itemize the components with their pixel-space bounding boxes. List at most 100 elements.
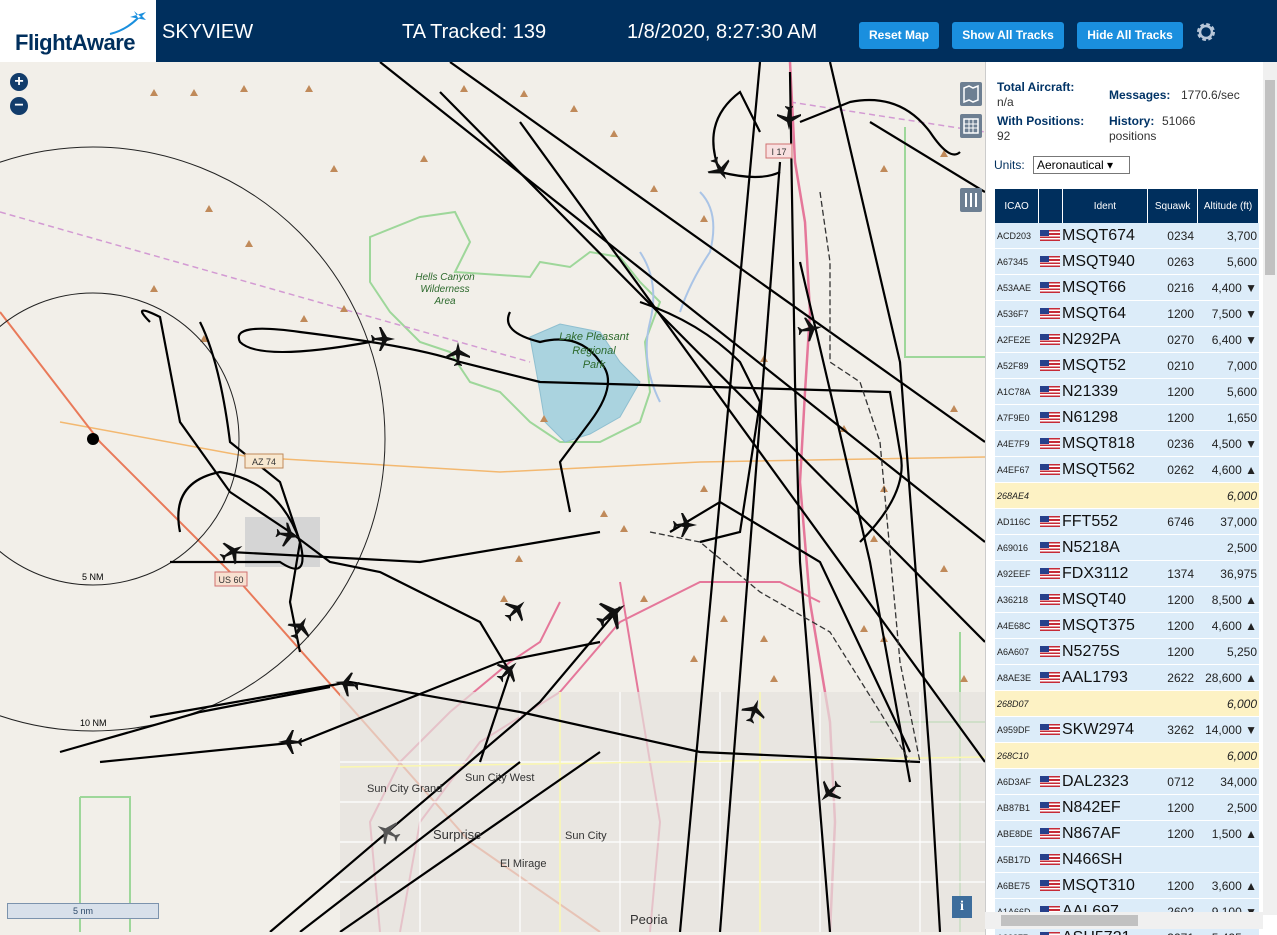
units-dropdown[interactable]: Aeronautical ▾ xyxy=(1033,156,1130,174)
us-flag-icon xyxy=(1040,360,1060,371)
columns-toggle-button[interactable] xyxy=(960,188,982,212)
icao-cell: AD116C xyxy=(997,516,1031,527)
table-row[interactable]: A959DF SKW2974 3262 14,000 ▼ xyxy=(995,717,1259,743)
us-flag-icon xyxy=(1040,854,1060,865)
squawk-cell: 1374 xyxy=(1167,566,1194,581)
us-flag-icon xyxy=(1040,438,1060,449)
flag-cell xyxy=(1039,256,1062,267)
altitude-cell: 34,000 xyxy=(1220,774,1257,789)
table-row[interactable]: 268D07 6,000 xyxy=(995,691,1259,717)
table-row[interactable]: A536F7 MSQT64 1200 7,500 ▼ xyxy=(995,301,1259,327)
table-row[interactable]: 268AE4 6,000 xyxy=(995,483,1259,509)
flightaware-logo[interactable]: FlightAware xyxy=(0,0,156,62)
ident-cell: MSQT674 xyxy=(1062,226,1135,244)
table-row[interactable]: A69016 N5218A 2,500 xyxy=(995,535,1259,561)
altitude-cell: 5,250 xyxy=(1226,644,1257,659)
gear-icon[interactable] xyxy=(1194,20,1218,44)
squawk-cell: 1200 xyxy=(1167,800,1194,815)
table-header: ICAO Ident Squawk Altitude (ft) xyxy=(995,189,1259,223)
road-label: AZ 74 xyxy=(252,457,276,467)
us-flag-icon xyxy=(1040,334,1060,345)
table-row[interactable]: ACD203 MSQT674 0234 3,700 xyxy=(995,223,1259,249)
reset-map-button[interactable]: Reset Map xyxy=(859,22,939,49)
table-row[interactable]: AB87B1 N842EF 1200 2,500 xyxy=(995,795,1259,821)
hide-all-tracks-button[interactable]: Hide All Tracks xyxy=(1077,22,1183,49)
us-flag-icon xyxy=(1040,802,1060,813)
us-flag-icon xyxy=(1040,308,1060,319)
col-ident[interactable]: Ident xyxy=(1063,189,1149,223)
squawk-cell: 0210 xyxy=(1167,358,1194,373)
col-icao[interactable]: ICAO xyxy=(995,189,1040,223)
squawk-cell: 0236 xyxy=(1167,436,1194,451)
icao-cell: A8AE3E xyxy=(997,672,1032,683)
altitude-cell: 3,700 xyxy=(1226,228,1257,243)
map-canvas[interactable]: Hells Canyon Wilderness Area Lake Pleasa… xyxy=(0,62,985,932)
altitude-cell: 1,500 ▲ xyxy=(1211,826,1257,841)
flag-cell xyxy=(1039,360,1062,371)
col-altitude[interactable]: Altitude (ft) xyxy=(1198,189,1259,223)
table-row[interactable]: A5B17D N466SH xyxy=(995,847,1259,873)
table-row[interactable]: 268C10 6,000 xyxy=(995,743,1259,769)
info-button[interactable]: i xyxy=(952,896,972,918)
table-row[interactable]: A4E7F9 MSQT818 0236 4,500 ▼ xyxy=(995,431,1259,457)
table-row[interactable]: A4E68C MSQT375 1200 4,600 ▲ xyxy=(995,613,1259,639)
altitude-cell: 4,400 ▼ xyxy=(1211,280,1257,295)
us-flag-icon xyxy=(1040,620,1060,631)
app-title: SKYVIEW xyxy=(162,21,254,43)
table-row[interactable]: A53AAE MSQT66 0216 4,400 ▼ xyxy=(995,275,1259,301)
scroll-thumb[interactable] xyxy=(1265,80,1275,275)
us-flag-icon xyxy=(1040,516,1060,527)
grid-toggle-button[interactable] xyxy=(960,114,982,138)
col-squawk[interactable]: Squawk xyxy=(1148,189,1199,223)
us-flag-icon xyxy=(1040,828,1060,839)
squawk-cell: 0216 xyxy=(1167,280,1194,295)
ident-cell: N21339 xyxy=(1062,382,1119,400)
flag-cell xyxy=(1039,334,1062,345)
flag-cell xyxy=(1039,308,1062,319)
us-flag-icon xyxy=(1040,282,1060,293)
flag-cell xyxy=(1039,802,1062,813)
panel-horizontal-scrollbar[interactable] xyxy=(985,912,1263,929)
icao-cell: A36218 xyxy=(997,594,1029,605)
icao-cell: ACD203 xyxy=(997,230,1032,241)
ident-cell: AAL1793 xyxy=(1062,668,1128,686)
flag-cell xyxy=(1039,646,1062,657)
table-row[interactable]: A2FE2E N292PA 0270 6,400 ▼ xyxy=(995,327,1259,353)
map-view[interactable]: Hells Canyon Wilderness Area Lake Pleasa… xyxy=(0,62,985,932)
table-row[interactable]: A67345 MSQT940 0263 5,600 xyxy=(995,249,1259,275)
logo-text: FlightAware xyxy=(15,30,136,55)
place-label: Surprise xyxy=(433,827,481,842)
ident-cell: N842EF xyxy=(1062,798,1121,816)
table-row[interactable]: AD116C FFT552 6746 37,000 xyxy=(995,509,1259,535)
panel-vertical-scrollbar[interactable] xyxy=(1263,62,1277,915)
table-row[interactable]: A7F9E0 N61298 1200 1,650 xyxy=(995,405,1259,431)
table-row[interactable]: A92EEF FDX3112 1374 36,975 xyxy=(995,561,1259,587)
map-layers-button[interactable] xyxy=(960,82,982,106)
altitude-cell: 5,425 ▼ xyxy=(1198,931,1259,935)
table-row[interactable]: A6D3AF DAL2323 0712 34,000 xyxy=(995,769,1259,795)
table-row[interactable]: A1C78A N21339 1200 5,600 xyxy=(995,379,1259,405)
scroll-thumb[interactable] xyxy=(1001,915,1138,926)
altitude-cell: 2,500 xyxy=(1226,540,1257,555)
show-all-tracks-button[interactable]: Show All Tracks xyxy=(952,22,1064,49)
zoom-in-button[interactable]: + xyxy=(10,73,28,91)
ident-cell: DAL2323 xyxy=(1062,772,1129,790)
place-label: Park xyxy=(583,359,606,371)
table-row[interactable]: ABE8DE N867AF 1200 1,500 ▲ xyxy=(995,821,1259,847)
table-row[interactable]: A8AE3E AAL1793 2622 28,600 ▲ xyxy=(995,665,1259,691)
zoom-out-button[interactable]: − xyxy=(10,97,28,115)
icao-cell: A67345 xyxy=(997,256,1029,267)
place-label: Area xyxy=(433,296,456,307)
us-flag-icon xyxy=(1040,568,1060,579)
table-row[interactable]: A6BE75 MSQT310 1200 3,600 ▲ xyxy=(995,873,1259,899)
altitude-cell: 5,600 xyxy=(1226,384,1257,399)
road-label: I 17 xyxy=(771,147,786,157)
table-row[interactable]: A36218 MSQT40 1200 8,500 ▲ xyxy=(995,587,1259,613)
ident-cell: N5275S xyxy=(1062,642,1120,660)
table-row[interactable]: A6A607 N5275S 1200 5,250 xyxy=(995,639,1259,665)
table-row[interactable]: A52F89 MSQT52 0210 7,000 xyxy=(995,353,1259,379)
icao-cell: A92EEF xyxy=(997,568,1031,579)
col-flag[interactable] xyxy=(1039,189,1063,223)
table-row[interactable]: A4EF67 MSQT562 0262 4,600 ▲ xyxy=(995,457,1259,483)
place-label: Wilderness xyxy=(420,284,469,295)
